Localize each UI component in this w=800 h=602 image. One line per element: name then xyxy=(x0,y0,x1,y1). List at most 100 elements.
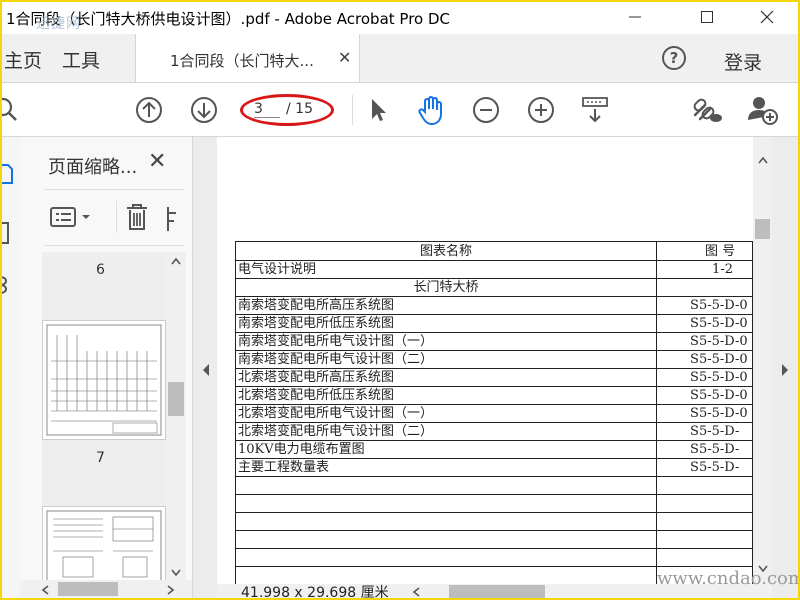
title-bar: 1合同段（长门特大桥供电设计图）.pdf - Adobe Acrobat Pro… xyxy=(0,0,800,34)
row-name xyxy=(234,548,658,567)
row-name xyxy=(234,530,658,549)
thumbnail-drawing-2 xyxy=(46,510,162,587)
scroll-right-icon[interactable] xyxy=(166,584,176,596)
bookmarks-icon[interactable] xyxy=(0,221,16,247)
page-thumbnails-panel: 页面缩略... ✕ 6 7 xyxy=(20,137,193,600)
main-toolbar: 3 / 15 xyxy=(0,83,800,137)
row-code xyxy=(656,278,753,297)
bottom-watermark: www.cndao.com xyxy=(657,568,800,589)
doc-scroll-up-icon[interactable] xyxy=(757,155,769,165)
table-row: 北索塔变配电所电气设计图（一） S5-5-D-0 xyxy=(234,404,753,423)
minimize-icon xyxy=(629,16,641,18)
thumbnail-horizontal-scrollbar[interactable] xyxy=(20,580,192,598)
table-row: 主要工程数量表 S5-5-D- xyxy=(234,458,753,477)
row-code xyxy=(656,530,753,549)
prev-page-icon xyxy=(136,97,162,123)
minimize-button[interactable] xyxy=(612,4,658,30)
zoom-out-button[interactable] xyxy=(471,95,501,125)
zoom-out-icon xyxy=(473,97,499,123)
login-button[interactable]: 登录 xyxy=(724,48,762,75)
hscroll-left-icon[interactable] xyxy=(411,586,421,598)
left-nav-strip xyxy=(0,137,20,600)
row-code: S5-5-D- xyxy=(656,422,753,441)
zoom-in-button[interactable] xyxy=(526,95,556,125)
doc-hscroll-thumb[interactable] xyxy=(449,585,545,599)
thumbnail-scroll-thumb[interactable] xyxy=(168,382,184,416)
maximize-button[interactable] xyxy=(684,4,730,30)
thumbnail-hscroll-thumb[interactable] xyxy=(58,582,118,596)
row-name: 南索塔变配电所低压系统图 xyxy=(234,314,658,333)
page-dimensions: 41.998 x 29.698 厘米 xyxy=(241,585,389,601)
row-name: 北索塔变配电所电气设计图（一） xyxy=(234,404,658,423)
row-name: 长门特大桥 xyxy=(234,278,658,297)
table-row xyxy=(234,476,753,495)
table-row: 南索塔变配电所电气设计图（二） S5-5-D-0 xyxy=(234,350,753,369)
thumbnail-options-button[interactable] xyxy=(50,203,96,231)
prev-page-button[interactable] xyxy=(134,95,164,125)
table-row: 电气设计说明 1-2 xyxy=(234,260,753,279)
row-code: S5-5-D-0 xyxy=(656,404,753,423)
page-thumbnail-7[interactable] xyxy=(42,320,166,440)
table-row: 北索塔变配电所低压系统图 S5-5-D-0 xyxy=(234,386,753,405)
row-code: S5-5-D-0 xyxy=(656,332,753,351)
hand-tool-button[interactable] xyxy=(414,93,448,127)
tab-home[interactable]: 主页 xyxy=(4,46,42,73)
thumb-number-6: 6 xyxy=(96,262,105,278)
scroll-left-icon[interactable] xyxy=(40,584,50,596)
thumbnail-list[interactable]: 6 7 xyxy=(42,252,186,588)
doc-scroll-thumb[interactable] xyxy=(755,219,770,239)
row-name: 北索塔变配电所电气设计图（二） xyxy=(234,422,658,441)
select-tool-button[interactable] xyxy=(364,95,390,125)
help-button[interactable]: ? xyxy=(662,46,686,70)
close-button[interactable] xyxy=(744,4,790,30)
tab-tools[interactable]: 工具 xyxy=(62,46,100,73)
panel-close-icon[interactable]: ✕ xyxy=(148,149,166,174)
scroll-up-icon[interactable] xyxy=(170,256,182,266)
row-code: S5-5-D-0 xyxy=(656,314,753,333)
more-tools-button[interactable] xyxy=(166,205,180,233)
scroll-mode-button[interactable] xyxy=(580,95,612,125)
row-code: 1-2 xyxy=(656,260,753,279)
table-row xyxy=(234,530,753,549)
thumb-number-7: 7 xyxy=(96,450,105,466)
table-row: 北索塔变配电所电气设计图（二） S5-5-D- xyxy=(234,422,753,441)
row-name: 主要工程数量表 xyxy=(234,458,658,477)
row-code: S5-5-D- xyxy=(656,458,753,477)
page-thumbnails-icon[interactable] xyxy=(0,161,16,185)
row-name xyxy=(234,512,658,531)
panel-title: 页面缩略... xyxy=(48,157,138,178)
select-cursor-icon xyxy=(372,99,386,121)
collapse-left-icon[interactable] xyxy=(201,363,211,377)
share-link-button[interactable] xyxy=(690,95,724,125)
left-pane-toggle[interactable] xyxy=(193,137,217,600)
tab-document[interactable]: 1合同段（长门特大... ✕ xyxy=(135,34,360,82)
table-row xyxy=(234,494,753,513)
trash-icon xyxy=(127,204,147,230)
attachments-icon[interactable] xyxy=(0,273,16,299)
next-page-button[interactable] xyxy=(189,95,219,125)
thumbnail-vertical-scrollbar[interactable] xyxy=(166,252,186,582)
search-button[interactable] xyxy=(0,95,22,125)
row-name: 南索塔变配电所电气设计图（二） xyxy=(234,350,658,369)
more-tools-icon xyxy=(167,207,176,231)
close-icon xyxy=(760,10,774,24)
document-view[interactable]: 图表名称 图 号 电气设计说明 1-2 长门特大桥 南索塔变配电所高压系统图 S5-5-… xyxy=(217,137,753,584)
table-row: 南索塔变配电所高压系统图 S5-5-D-0 xyxy=(234,296,753,315)
table-row: 10KV电力电缆布置图 S5-5-D- xyxy=(234,440,753,459)
delete-page-button[interactable] xyxy=(116,201,157,233)
expand-right-icon[interactable] xyxy=(780,363,790,377)
row-code: S5-5-D-0 xyxy=(656,386,753,405)
row-name xyxy=(234,494,658,513)
tab-close-icon[interactable]: ✕ xyxy=(338,48,351,67)
pdf-page: 图表名称 图 号 电气设计说明 1-2 长门特大桥 南索塔变配电所高压系统图 S5-5-… xyxy=(217,137,753,584)
row-name: 电气设计说明 xyxy=(234,260,658,279)
page-thumbnail-8[interactable] xyxy=(42,506,166,588)
header-code: 图 号 xyxy=(656,241,753,261)
document-vertical-scrollbar[interactable] xyxy=(753,137,772,584)
add-user-button[interactable] xyxy=(746,93,780,127)
row-name: 北索塔变配电所高压系统图 xyxy=(234,368,658,387)
add-user-icon xyxy=(748,97,778,125)
row-code: S5-5-D-0 xyxy=(656,350,753,369)
scroll-down-icon[interactable] xyxy=(170,568,182,578)
right-pane-toggle[interactable] xyxy=(772,137,800,600)
